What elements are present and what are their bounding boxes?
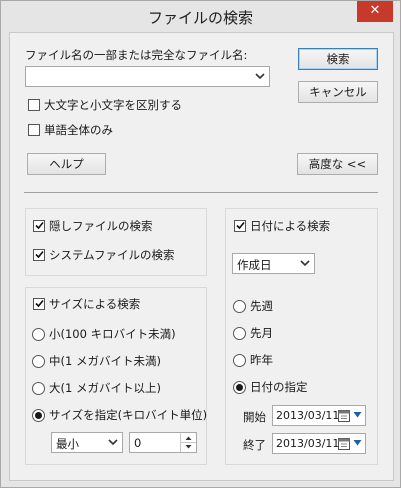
section-divider — [24, 192, 378, 193]
date-last-year-label[interactable]: 昨年 — [250, 352, 273, 368]
system-files-checkbox[interactable] — [33, 249, 45, 261]
calendar-icon[interactable] — [338, 409, 350, 422]
size-mode-select[interactable]: 最小 — [51, 432, 123, 453]
hidden-files-checkbox[interactable] — [33, 220, 45, 232]
date-last-week-label[interactable]: 先週 — [250, 298, 273, 314]
chevron-down-icon[interactable] — [299, 257, 311, 269]
file-name-combobox[interactable] — [25, 66, 270, 87]
whole-word-checkbox[interactable] — [28, 124, 40, 136]
size-amount-spinner[interactable]: 0 — [129, 432, 197, 453]
size-mode-value: 最小 — [56, 437, 79, 451]
size-search-checkbox[interactable] — [33, 298, 45, 310]
calendar-icon[interactable] — [338, 437, 350, 450]
date-specify-label[interactable]: 日付の指定 — [250, 379, 308, 395]
date-type-select[interactable]: 作成日 — [232, 253, 315, 274]
date-search-checkbox[interactable] — [234, 220, 246, 232]
size-medium-radio[interactable] — [32, 355, 45, 368]
date-last-week-radio[interactable] — [233, 300, 246, 313]
case-sensitive-label[interactable]: 大文字と小文字を区別する — [44, 97, 182, 113]
size-custom-label[interactable]: サイズを指定(キロバイト単位) — [49, 407, 207, 423]
size-amount-value: 0 — [134, 436, 142, 450]
start-date-value: 2013/03/11 — [276, 409, 340, 422]
size-large-label[interactable]: 大(1 メガバイト以上) — [49, 380, 161, 396]
size-small-radio[interactable] — [32, 328, 45, 341]
date-group — [225, 208, 378, 465]
date-last-year-radio[interactable] — [233, 354, 246, 367]
chevron-down-icon[interactable] — [353, 411, 362, 419]
system-files-label[interactable]: システムファイルの検索 — [49, 247, 174, 263]
checkmark-icon — [35, 250, 44, 259]
checkmark-icon — [236, 221, 245, 230]
search-dialog: ファイルの検索 ✕ ファイル名の一部または完全なファイル名: 大文字と小文字を区… — [0, 0, 401, 488]
spinner-buttons[interactable] — [180, 433, 196, 452]
date-specify-radio[interactable] — [233, 381, 246, 394]
chevron-down-icon[interactable] — [254, 70, 266, 82]
end-date-picker[interactable]: 2013/03/11 — [272, 433, 366, 454]
help-button[interactable]: ヘルプ — [27, 153, 106, 175]
chevron-down-icon[interactable] — [107, 436, 119, 448]
up-down-arrows-icon[interactable] — [181, 433, 196, 452]
advanced-toggle-button[interactable]: 高度な << — [297, 153, 378, 175]
chevron-down-icon[interactable] — [353, 439, 362, 447]
title-bar[interactable]: ファイルの検索 ✕ — [1, 1, 400, 33]
size-small-label[interactable]: 小(100 キロバイト未満) — [49, 326, 176, 342]
dialog-client-area: ファイル名の一部または完全なファイル名: 大文字と小文字を区別する 単語全体のみ… — [9, 32, 394, 481]
search-button[interactable]: 検索 — [298, 48, 378, 70]
end-date-label: 終了 — [243, 438, 266, 452]
size-large-radio[interactable] — [32, 382, 45, 395]
date-type-value: 作成日 — [237, 258, 272, 272]
end-date-value: 2013/03/11 — [276, 437, 340, 450]
size-search-label[interactable]: サイズによる検索 — [49, 296, 140, 312]
size-medium-label[interactable]: 中(1 メガバイト未満) — [49, 353, 161, 369]
file-name-label: ファイル名の一部または完全なファイル名: — [25, 48, 248, 62]
start-date-picker[interactable]: 2013/03/11 — [272, 405, 366, 426]
case-sensitive-checkbox[interactable] — [28, 99, 40, 111]
hidden-files-label[interactable]: 隠しファイルの検索 — [49, 218, 153, 234]
close-button[interactable]: ✕ — [357, 1, 393, 22]
size-custom-radio[interactable] — [32, 409, 45, 422]
whole-word-label[interactable]: 単語全体のみ — [44, 122, 113, 138]
window-title: ファイルの検索 — [147, 9, 253, 27]
checkmark-icon — [35, 299, 44, 308]
cancel-button[interactable]: キャンセル — [298, 81, 378, 103]
checkmark-icon — [35, 221, 44, 230]
date-search-label[interactable]: 日付による検索 — [250, 218, 330, 234]
start-date-label: 開始 — [243, 410, 266, 424]
date-last-month-radio[interactable] — [233, 327, 246, 340]
date-last-month-label[interactable]: 先月 — [250, 325, 273, 341]
